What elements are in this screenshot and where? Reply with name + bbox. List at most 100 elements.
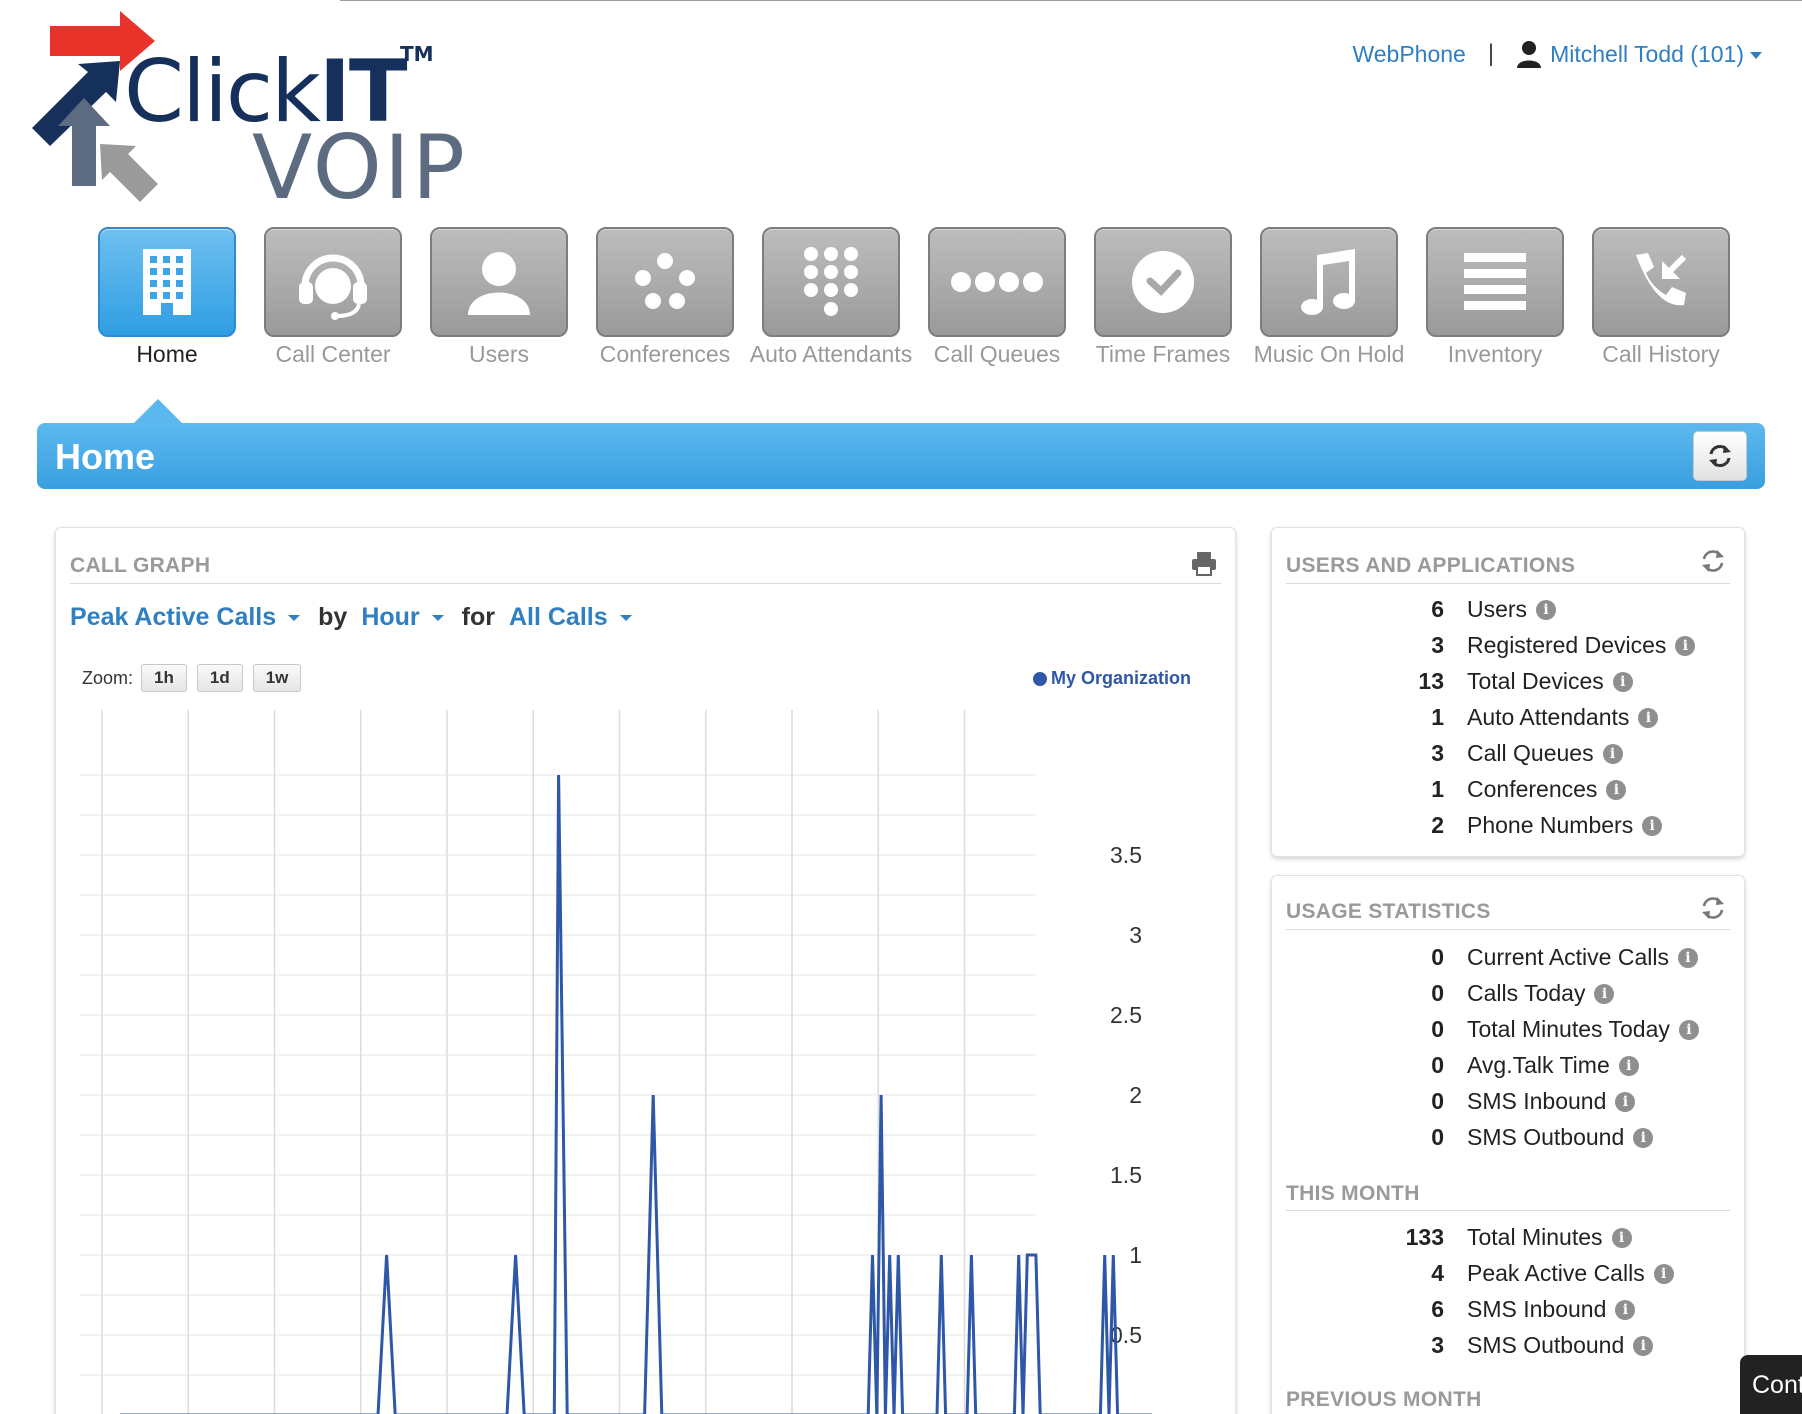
stat-row: 6 SMS Inbound i [1272, 1296, 1744, 1332]
stat-row: 0 SMS Inbound i [1272, 1088, 1744, 1124]
user-icon [468, 252, 530, 315]
nav-users[interactable]: Users [416, 227, 582, 367]
logo-wordmark-voip: VOIP [252, 116, 467, 219]
previous-month-title: PREVIOUS MONTH [1286, 1388, 1482, 1411]
headset-icon [299, 254, 367, 320]
nav-time-frames[interactable]: Time Frames [1080, 227, 1246, 367]
y-tick-label: 2 [1129, 1082, 1142, 1108]
nav-call-history[interactable]: Call History [1578, 227, 1744, 367]
zoom-controls: Zoom: 1h 1d 1w [82, 664, 302, 692]
nav-conferences[interactable]: Conferences [582, 227, 748, 367]
zoom-label: Zoom: [82, 667, 134, 688]
nav-label: Call Center [275, 341, 391, 367]
info-icon[interactable]: i [1633, 1127, 1654, 1148]
zoom-1w-button[interactable]: 1w [252, 664, 302, 692]
nav-tile [1260, 227, 1398, 337]
chart-legend-item[interactable]: My Organization [1032, 668, 1191, 689]
metric-dropdown[interactable]: Peak Active Calls [70, 603, 318, 632]
info-icon[interactable]: i [1594, 983, 1615, 1004]
nav-music-on-hold[interactable]: Music On Hold [1246, 227, 1412, 367]
users-applications-title: USERS AND APPLICATIONS [1286, 554, 1576, 577]
info-icon[interactable]: i [1612, 671, 1633, 692]
call-graph-panel: CALL GRAPH Peak Active Calls by Hour for… [55, 527, 1236, 1414]
info-icon[interactable]: i [1675, 635, 1696, 656]
print-icon[interactable] [1191, 550, 1217, 576]
stat-label: Total Devices i [1467, 668, 1633, 695]
call-history-icon [1636, 253, 1687, 306]
stat-row: 3 Call Queues i [1272, 740, 1744, 776]
panel-divider [1286, 929, 1730, 930]
refresh-icon[interactable] [1700, 895, 1726, 921]
main-nav: Home Call Center Users Conferences Auto … [84, 227, 1744, 367]
nav-tile [98, 227, 236, 337]
stat-value: 4 [1431, 1260, 1444, 1286]
info-icon[interactable]: i [1678, 1019, 1699, 1040]
y-tick-label: 1 [1129, 1242, 1142, 1268]
stat-label: Total Minutes Today i [1467, 1016, 1699, 1043]
nav-label: Time Frames [1095, 341, 1231, 367]
legend-dot-icon [1032, 671, 1047, 686]
info-icon[interactable]: i [1536, 599, 1557, 620]
info-icon[interactable]: i [1677, 947, 1698, 968]
info-icon[interactable]: i [1615, 1299, 1636, 1320]
stat-value: 3 [1431, 740, 1444, 766]
stat-label: SMS Outbound i [1467, 1124, 1654, 1151]
logo-trademark: TM [400, 42, 434, 66]
filter-dropdown[interactable]: All Calls [509, 603, 650, 632]
nav-call-center[interactable]: Call Center [250, 227, 416, 367]
stat-value: 0 [1431, 1052, 1444, 1078]
active-nav-pointer [134, 399, 182, 423]
y-tick-label: 3 [1129, 922, 1142, 948]
panel-divider [1286, 583, 1730, 584]
stat-label: SMS Inbound i [1467, 1296, 1636, 1323]
zoom-1h-button[interactable]: 1h [141, 664, 187, 692]
stat-label: Conferences i [1467, 776, 1627, 803]
nav-tile [762, 227, 900, 337]
info-icon[interactable]: i [1618, 1055, 1639, 1076]
stat-value: 6 [1431, 1296, 1444, 1322]
stat-label: Users i [1467, 596, 1557, 623]
nav-label: Auto Attendants [749, 341, 913, 367]
nav-call-queues[interactable]: Call Queues [914, 227, 1080, 367]
header-separator: | [1487, 40, 1495, 67]
stat-value: 1 [1431, 704, 1444, 730]
stat-value: 0 [1431, 980, 1444, 1006]
info-icon[interactable]: i [1642, 815, 1663, 836]
nav-home[interactable]: Home [84, 227, 250, 367]
this-month-title: THIS MONTH [1286, 1182, 1420, 1205]
info-icon[interactable]: i [1611, 1227, 1632, 1248]
stat-value: 133 [1405, 1224, 1444, 1250]
page-refresh-button[interactable] [1693, 431, 1747, 481]
zoom-1d-button[interactable]: 1d [196, 664, 243, 692]
nav-auto-attendants[interactable]: Auto Attendants [748, 227, 914, 367]
stat-value: 3 [1431, 632, 1444, 658]
legend-label: My Organization [1050, 668, 1191, 688]
stat-label: Total Minutes i [1467, 1224, 1632, 1251]
keypad-icon [804, 247, 858, 316]
refresh-icon[interactable] [1700, 548, 1726, 574]
info-icon[interactable]: i [1653, 1263, 1674, 1284]
user-menu[interactable]: Mitchell Todd (101) [1550, 41, 1762, 68]
stat-row: 0 Current Active Calls i [1272, 944, 1744, 980]
continue-button[interactable]: Cont [1740, 1355, 1802, 1414]
stat-value: 0 [1431, 944, 1444, 970]
conference-dots-icon [635, 253, 695, 309]
stat-value: 6 [1431, 596, 1444, 622]
info-icon[interactable]: i [1633, 1335, 1654, 1356]
nav-label: Inventory [1447, 341, 1543, 367]
info-icon[interactable]: i [1602, 743, 1623, 764]
chevron-down-icon [619, 615, 632, 622]
nav-inventory[interactable]: Inventory [1412, 227, 1578, 367]
refresh-icon [1709, 445, 1731, 467]
stat-row: 2 Phone Numbers i [1272, 812, 1744, 848]
info-icon[interactable]: i [1606, 779, 1627, 800]
info-icon[interactable]: i [1615, 1091, 1636, 1112]
period-dropdown[interactable]: Hour [361, 603, 461, 632]
nav-label: Conferences [599, 341, 731, 367]
webphone-link[interactable]: WebPhone [1352, 41, 1465, 68]
info-icon[interactable]: i [1638, 707, 1659, 728]
stat-row: 1 Conferences i [1272, 776, 1744, 812]
y-tick-label: 1.5 [1110, 1162, 1142, 1188]
stat-value: 3 [1431, 1332, 1444, 1358]
nav-label: Home [136, 341, 198, 367]
